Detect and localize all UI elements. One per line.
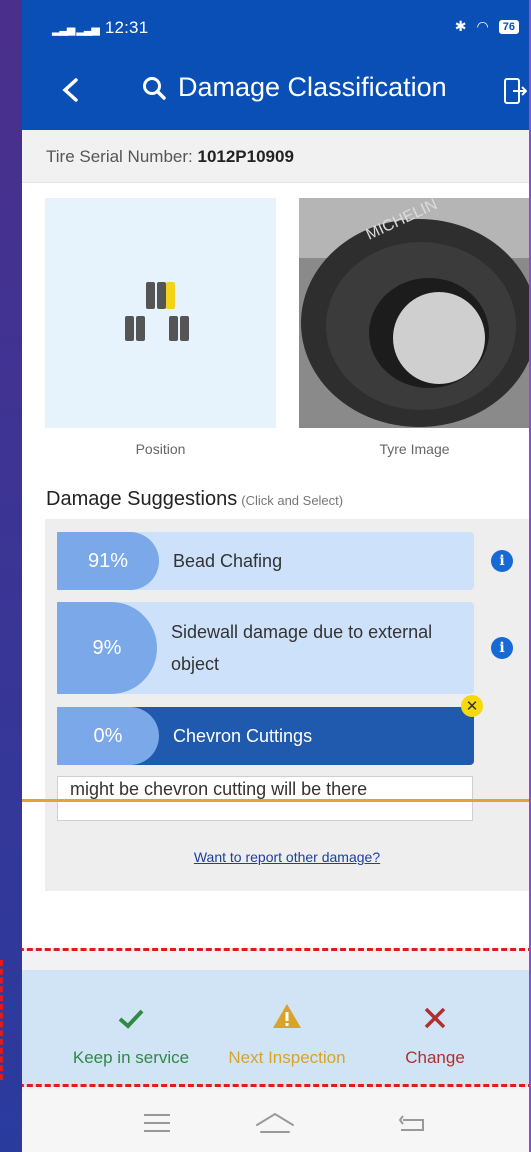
exit-icon[interactable]: [503, 76, 527, 106]
change-button[interactable]: Change: [360, 970, 510, 1068]
back-arrow-icon[interactable]: [56, 72, 86, 108]
wifi-icon: ◠: [476, 18, 489, 34]
suggestions-panel: 91% Bead Chafing i 9% Sidewall damage du…: [45, 519, 529, 891]
suggestions-title-text: Damage Suggestions: [46, 488, 238, 510]
position-diagram[interactable]: [45, 198, 276, 428]
suggestion-label: Bead Chafing: [173, 551, 283, 571]
time-text: 12:31: [104, 18, 149, 37]
keep-in-service-button[interactable]: Keep in service: [56, 970, 206, 1068]
background-left-strip: [0, 0, 22, 1152]
tyre-image[interactable]: MICHELIN: [299, 198, 529, 428]
next-inspection-label: Next Inspection: [228, 1048, 346, 1067]
info-icon[interactable]: i: [491, 637, 513, 659]
suggestion-percent: 0%: [57, 707, 159, 765]
system-nav-bar: [22, 1090, 529, 1152]
serial-label: Tire Serial Number:: [46, 147, 193, 166]
suggestion-item-bead-chafing[interactable]: 91% Bead Chafing: [57, 532, 474, 590]
suggestions-title: Damage Suggestions (Click and Select): [46, 488, 343, 511]
keep-in-service-label: Keep in service: [72, 1048, 190, 1067]
page-title: Damage Classification: [178, 72, 447, 102]
suggestion-label: Chevron Cuttings: [173, 726, 313, 746]
position-caption: Position: [135, 441, 186, 457]
action-bar: Keep in service Next Inspection Change: [22, 970, 529, 1087]
header-title-group: Damage Classification: [142, 72, 447, 103]
suggestion-percent: 9%: [57, 602, 157, 694]
tyre-image-caption: Tyre Image: [379, 441, 450, 457]
damage-note-text: might be chevron cutting will be there: [70, 779, 368, 799]
phone-screen: ▂▃▅ ▂▃▅ 12:31 ✱ ◠ 76 Damage Classificatio…: [22, 0, 529, 1152]
tire-position-icon: [125, 282, 189, 341]
main-content: MICHELIN Position Tyre Image Damage Sugg…: [22, 183, 529, 948]
suggestions-hint: (Click and Select): [241, 493, 344, 508]
bluetooth-icon: ✱: [454, 18, 467, 34]
menu-icon[interactable]: [137, 1108, 177, 1138]
status-bar: ▂▃▅ ▂▃▅ 12:31 ✱ ◠ 76: [22, 0, 529, 58]
back-nav-icon[interactable]: [392, 1108, 432, 1138]
highlight-dashed-left-edge: [0, 960, 3, 1080]
next-inspection-button[interactable]: Next Inspection: [212, 970, 362, 1068]
battery-icon: 76: [498, 19, 519, 34]
serial-number: Tire Serial Number: 1012P10909: [46, 147, 294, 167]
check-icon: [56, 970, 206, 1030]
warning-icon: [212, 970, 362, 1030]
status-icons: ✱ ◠ 76: [455, 18, 519, 35]
suggestion-item-sidewall-damage[interactable]: 9% Sidewall damage due to external objec…: [57, 602, 474, 694]
serial-value: 1012P10909: [197, 147, 294, 166]
signal-icon: ▂▃▅ ▂▃▅: [52, 24, 100, 36]
suggestion-percent: 91%: [57, 532, 159, 590]
app-header: Damage Classification: [22, 58, 529, 130]
serial-bar: Tire Serial Number: 1012P10909: [22, 130, 529, 183]
close-icon: [360, 970, 510, 1030]
home-icon[interactable]: [255, 1108, 295, 1138]
suggestion-item-chevron-cuttings[interactable]: 0% Chevron Cuttings: [57, 707, 474, 765]
status-time: ▂▃▅ ▂▃▅ 12:31: [52, 18, 148, 38]
change-label: Change: [405, 1048, 465, 1067]
info-icon[interactable]: i: [491, 550, 513, 572]
search-icon[interactable]: [142, 76, 166, 100]
deselect-close-icon[interactable]: ✕: [461, 695, 483, 717]
tyre-photo-icon: MICHELIN: [299, 198, 529, 428]
overlay-orange-line: [22, 799, 529, 802]
suggestion-label: Sidewall damage due to external object: [171, 622, 433, 674]
report-other-damage-link[interactable]: Want to report other damage?: [45, 849, 529, 865]
